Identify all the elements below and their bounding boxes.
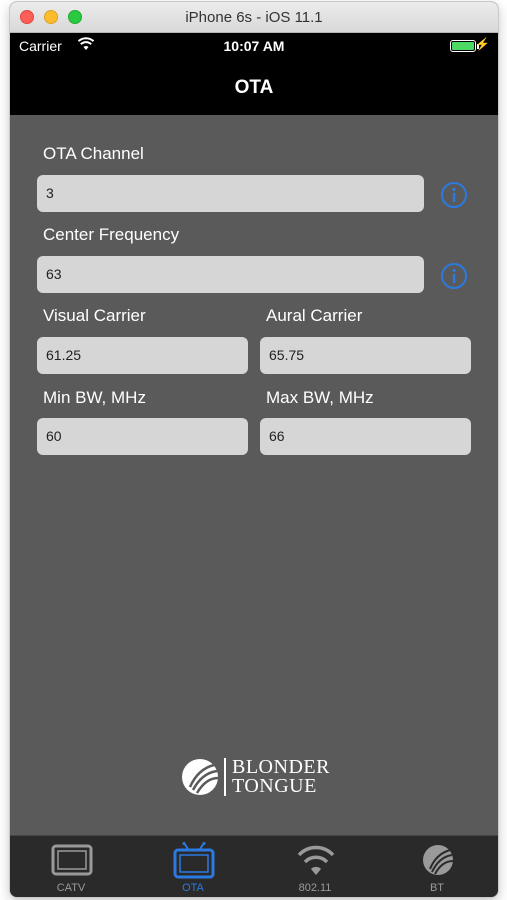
center-frequency-field[interactable]: 63 xyxy=(37,256,424,293)
page-title: OTA xyxy=(234,77,274,98)
battery-icon xyxy=(450,40,476,52)
tab-bar: CATV OTA 802.11 BT xyxy=(10,835,498,897)
status-time: 10:07 AM xyxy=(223,38,285,54)
aural-carrier-label: Aural Carrier xyxy=(266,306,363,325)
antenna-tv-icon xyxy=(173,842,215,879)
bt-logo-icon xyxy=(423,845,454,875)
max-bw-label: Max BW, MHz xyxy=(266,388,374,407)
blonder-tongue-logo: BLONDER TONGUE xyxy=(180,756,330,798)
tab-bt-label: BT xyxy=(429,882,445,894)
center-frequency-info-icon[interactable] xyxy=(440,262,468,290)
aural-carrier-field[interactable]: 65.75 xyxy=(260,337,471,374)
wifi-icon xyxy=(297,845,335,875)
ota-channel-label: OTA Channel xyxy=(43,144,144,163)
status-bar: Carrier 10:07 AM ⚡ xyxy=(10,33,498,59)
tv-icon xyxy=(51,844,93,876)
tab-bt[interactable]: BT xyxy=(376,836,498,897)
min-bw-label: Min BW, MHz xyxy=(43,388,146,407)
charging-bolt-icon: ⚡ xyxy=(475,37,490,51)
ota-channel-field[interactable]: 3 xyxy=(37,175,424,212)
tab-80211[interactable]: 802.11 xyxy=(254,836,376,897)
tab-80211-label: 802.11 xyxy=(298,882,332,894)
ota-form: OTA Channel 3 Center Frequency 63 Visual… xyxy=(10,115,498,835)
window-title: iPhone 6s - iOS 11.1 xyxy=(185,9,323,26)
max-bw-field[interactable]: 66 xyxy=(260,418,471,455)
simulator-window: iPhone 6s - iOS 11.1 Carrier 10:07 AM ⚡ … xyxy=(10,2,498,897)
visual-carrier-label: Visual Carrier xyxy=(43,306,146,325)
logo-wordmark: BLONDER TONGUE xyxy=(232,757,330,797)
window-titlebar: iPhone 6s - iOS 11.1 xyxy=(10,2,498,33)
min-bw-field[interactable]: 60 xyxy=(37,418,248,455)
tab-ota-label: OTA xyxy=(182,882,204,894)
navigation-bar: OTA xyxy=(10,59,498,115)
tab-catv[interactable]: CATV xyxy=(10,836,132,897)
visual-carrier-field[interactable]: 61.25 xyxy=(37,337,248,374)
tab-catv-label: CATV xyxy=(56,882,86,894)
ota-channel-info-icon[interactable] xyxy=(440,181,468,209)
logo-line2: TONGUE xyxy=(232,775,317,797)
tab-ota[interactable]: OTA xyxy=(132,836,254,897)
center-frequency-label: Center Frequency xyxy=(43,225,180,244)
logo-divider xyxy=(224,758,226,796)
blonder-tongue-emblem-icon xyxy=(182,759,219,795)
